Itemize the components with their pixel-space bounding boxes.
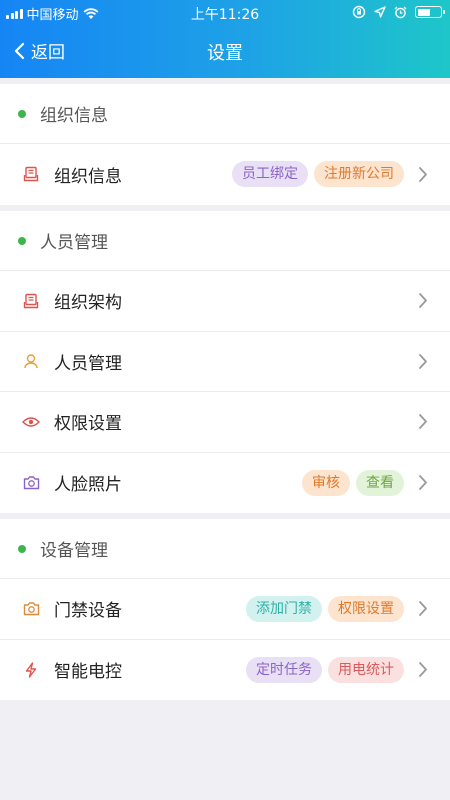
battery-level (417, 8, 430, 16)
tag-button[interactable]: 用电统计 (328, 656, 404, 683)
battery-icon (415, 6, 445, 18)
row-label: 门禁设备 (54, 601, 122, 622)
tag-button[interactable]: 员工绑定 (232, 161, 308, 188)
status-right (352, 5, 445, 19)
settings-row[interactable]: 智能电控 定时任务 用电统计 (0, 640, 450, 701)
section-2: 人员管理 组织架构 人员管理 权限设置 人脸照片 审核 查看 (0, 211, 450, 513)
tag-button[interactable]: 定时任务 (246, 656, 322, 683)
camera-icon (22, 474, 40, 492)
chevron-right-icon (418, 600, 430, 618)
navbar: 返回 设置 (0, 30, 450, 72)
settings-row[interactable]: 权限设置 (0, 392, 450, 453)
row-label: 智能电控 (54, 662, 122, 683)
row-label: 人脸照片 (54, 475, 122, 496)
location-icon (374, 6, 386, 18)
settings-row[interactable]: 人脸照片 审核 查看 (0, 453, 450, 514)
settings-row[interactable]: 组织架构 (0, 271, 450, 332)
chevron-right-icon (418, 292, 430, 310)
row-label: 组织架构 (54, 293, 122, 314)
status-bar: 中国移动 上午11:26 (0, 0, 450, 24)
row-label: 组织信息 (54, 166, 122, 187)
section-header: 组织信息 (0, 84, 450, 144)
rotation-lock-icon (352, 5, 366, 19)
section-3: 设备管理门禁设备 添加门禁 权限设置智能电控 定时任务 用电统计 (0, 519, 450, 700)
section-header: 人员管理 (0, 211, 450, 271)
eye-icon (22, 413, 40, 431)
row-label: 权限设置 (54, 414, 122, 435)
camera-icon (22, 600, 40, 618)
tag-group: 添加门禁 权限设置 (246, 595, 404, 622)
section-title: 设备管理 (40, 541, 108, 561)
tag-button[interactable]: 审核 (302, 469, 350, 496)
section-1: 组织信息 组织信息 员工绑定 注册新公司 (0, 84, 450, 205)
chevron-right-icon (418, 352, 430, 370)
section-title: 人员管理 (40, 233, 108, 253)
lightning-icon (22, 661, 40, 679)
person-icon (22, 352, 40, 370)
alarm-icon (394, 6, 407, 18)
chevron-right-icon (418, 661, 430, 679)
section-title: 组织信息 (40, 106, 108, 126)
tag-button[interactable]: 添加门禁 (246, 595, 322, 622)
tag-group: 定时任务 用电统计 (246, 656, 404, 683)
tag-button[interactable]: 权限设置 (328, 595, 404, 622)
tag-group: 审核 查看 (302, 469, 404, 496)
section-dot (18, 236, 26, 245)
building-icon (22, 165, 40, 183)
chevron-right-icon (418, 413, 430, 431)
page-title: 设置 (207, 43, 243, 64)
building-icon (22, 292, 40, 310)
settings-row[interactable]: 门禁设备 添加门禁 权限设置 (0, 579, 450, 640)
chevron-right-icon (418, 165, 430, 183)
tag-group: 员工绑定 注册新公司 (232, 161, 404, 188)
tag-button[interactable]: 注册新公司 (314, 161, 404, 188)
section-header: 设备管理 (0, 519, 450, 579)
row-label: 人员管理 (54, 353, 122, 374)
tag-button[interactable]: 查看 (356, 469, 404, 496)
settings-row[interactable]: 人员管理 (0, 332, 450, 392)
header: 中国移动 上午11:26 返回 设置 (0, 0, 450, 78)
chevron-right-icon (418, 474, 430, 492)
section-dot (18, 109, 26, 118)
settings-row[interactable]: 组织信息 员工绑定 注册新公司 (0, 144, 450, 205)
section-dot (18, 544, 26, 553)
